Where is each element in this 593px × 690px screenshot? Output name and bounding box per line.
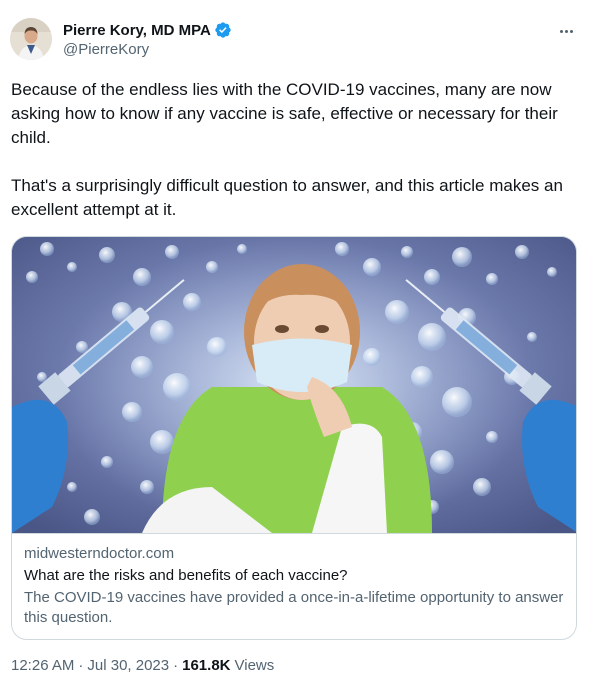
tweet-time[interactable]: 12:26 AM <box>11 656 74 676</box>
views-label: Views <box>234 657 275 674</box>
tweet-date[interactable]: Jul 30, 2023 <box>87 656 169 676</box>
tweet-header: Pierre Kory, MD MPA @PierreKory <box>10 18 583 66</box>
tweet-paragraph: That's a surprisingly difficult question… <box>11 176 563 219</box>
views-count[interactable]: 161.8K <box>182 656 230 676</box>
separator-dot: · <box>173 657 179 674</box>
link-card-description: The COVID-19 vaccines have provided a on… <box>24 589 564 626</box>
more-dot <box>564 29 568 33</box>
author-name-row: Pierre Kory, MD MPA <box>63 20 232 40</box>
link-card-domain: midwesterndoctor.com <box>24 545 175 562</box>
author-handle[interactable]: @PierreKory <box>63 41 149 58</box>
more-dot <box>559 29 563 33</box>
avatar-photo-icon <box>10 18 52 60</box>
link-card[interactable]: midwesterndoctor.com What are the risks … <box>11 236 577 640</box>
more-dot <box>569 29 573 33</box>
link-card-body: midwesterndoctor.com What are the risks … <box>12 533 576 639</box>
vaccine-illustration-icon <box>12 237 576 533</box>
link-card-title: What are the risks and benefits of each … <box>24 567 348 584</box>
author-display-name[interactable]: Pierre Kory, MD MPA <box>63 22 211 39</box>
tweet-paragraph: Because of the endless lies with the COV… <box>11 80 558 147</box>
verified-badge-icon <box>214 21 232 39</box>
separator-dot: · <box>78 657 84 674</box>
tweet-meta: 12:26 AM · Jul 30, 2023 · 161.8K Views <box>11 656 274 676</box>
more-icon[interactable] <box>555 22 577 40</box>
tweet-text: Because of the endless lies with the COV… <box>11 78 583 222</box>
avatar[interactable] <box>10 18 52 60</box>
tweet: Pierre Kory, MD MPA @PierreKory Because … <box>0 0 593 690</box>
link-card-image <box>12 237 576 533</box>
